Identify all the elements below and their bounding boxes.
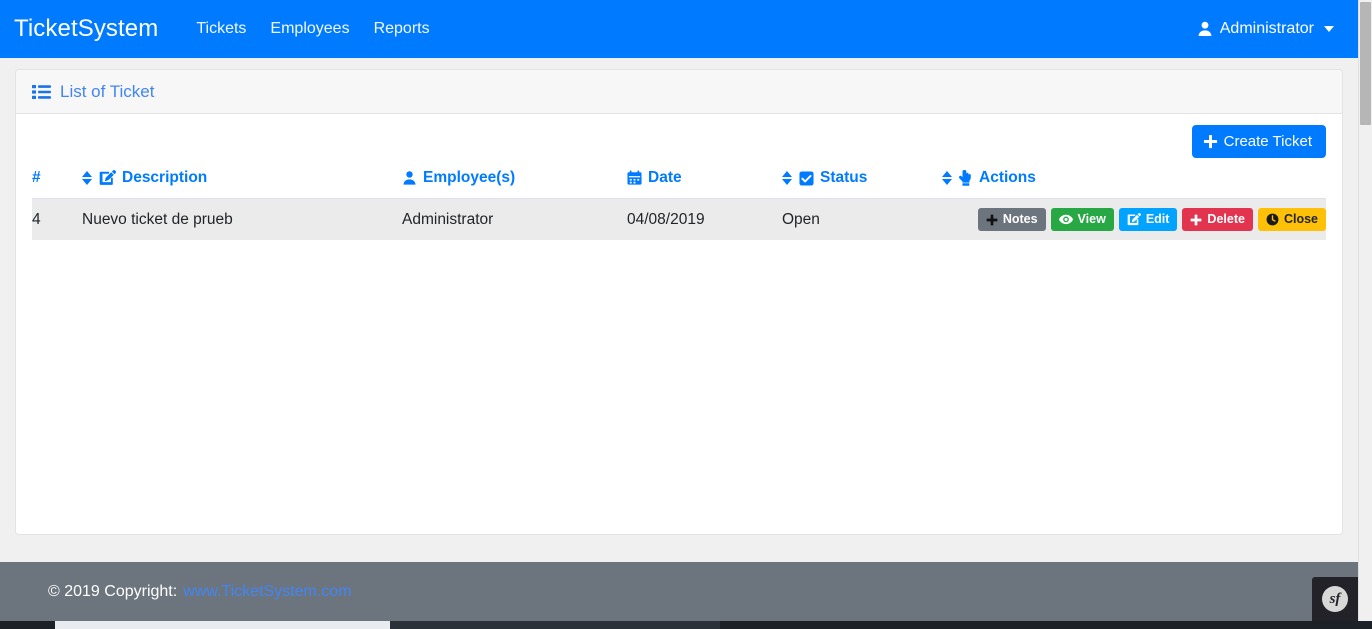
horizontal-scrollbar-track-segment [390, 621, 720, 629]
clock-icon [1266, 213, 1279, 226]
main-content: List of Ticket Create Ticket # Descripti… [0, 58, 1358, 562]
top-navbar: TicketSystem Tickets Employees Reports A… [0, 0, 1358, 58]
nav-link-reports[interactable]: Reports [362, 14, 442, 44]
footer-link[interactable]: www.TicketSystem.com [183, 583, 351, 601]
plus-icon [986, 214, 998, 226]
delete-button[interactable]: Delete [1182, 208, 1253, 231]
edit-button-label: Edit [1145, 212, 1170, 227]
horizontal-scrollbar[interactable] [0, 621, 1372, 629]
primary-nav: Tickets Employees Reports [184, 14, 441, 44]
notes-button[interactable]: Notes [977, 208, 1046, 231]
create-ticket-button[interactable]: Create Ticket [1191, 125, 1326, 158]
card-title-text: List of Ticket [60, 81, 155, 101]
browser-viewport: TicketSystem Tickets Employees Reports A… [0, 0, 1372, 629]
create-ticket-label: Create Ticket [1223, 133, 1312, 150]
sort-icon-actions[interactable] [942, 170, 953, 186]
cell-status: Open [782, 210, 820, 228]
brand-logo[interactable]: TicketSystem [14, 15, 158, 43]
column-header-status-label: Status [820, 169, 868, 186]
table-toolbar: Create Ticket [32, 125, 1326, 158]
delete-button-label: Delete [1207, 212, 1245, 227]
column-header-actions[interactable]: Actions [942, 169, 1326, 199]
cell-date: 04/08/2019 [627, 210, 705, 228]
row-action-buttons: Notes View Edit Delete Close [942, 208, 1326, 231]
eye-icon [1058, 214, 1073, 225]
user-menu-label: Administrator [1219, 20, 1314, 37]
view-button-label: View [1077, 212, 1106, 227]
close-button[interactable]: Close [1257, 208, 1326, 231]
user-icon [402, 170, 417, 186]
column-header-date-label: Date [648, 169, 682, 186]
chevron-down-icon [1324, 26, 1334, 32]
table-head: # Description Employee(s) Date Status Ac… [32, 169, 1326, 199]
sort-icon-status[interactable] [782, 170, 793, 186]
close-button-label: Close [1283, 212, 1318, 227]
edit-icon [99, 170, 116, 186]
edit-icon [1127, 213, 1141, 226]
nav-link-tickets[interactable]: Tickets [184, 14, 258, 44]
page-root: TicketSystem Tickets Employees Reports A… [0, 0, 1358, 621]
cell-employee: Administrator [402, 210, 494, 228]
user-icon [1197, 21, 1213, 37]
cell-index: 4 [32, 210, 41, 228]
view-button[interactable]: View [1050, 208, 1114, 231]
column-header-employees[interactable]: Employee(s) [402, 169, 627, 199]
nav-link-employees[interactable]: Employees [258, 14, 361, 44]
card-body: Create Ticket # Description Employee(s) … [16, 114, 1342, 534]
card-header: List of Ticket [16, 70, 1342, 114]
vertical-scrollbar-thumb[interactable] [1360, 2, 1371, 125]
sort-icon-description[interactable] [82, 170, 93, 186]
plus-icon [1203, 134, 1218, 149]
user-menu[interactable]: Administrator [1189, 14, 1342, 44]
notes-button-label: Notes [1002, 212, 1038, 227]
column-header-date[interactable]: Date [627, 169, 782, 199]
vertical-scrollbar[interactable] [1358, 0, 1372, 621]
card-title: List of Ticket [32, 82, 154, 102]
symfony-debug-toolbar-badge[interactable]: sf [1312, 577, 1358, 621]
table-body: 4 Nuevo ticket de prueb Administrator 04… [32, 198, 1326, 241]
hand-icon [959, 170, 973, 186]
column-header-index-label: # [32, 169, 41, 186]
table-row[interactable]: 4 Nuevo ticket de prueb Administrator 04… [32, 198, 1326, 241]
table-header-row: # Description Employee(s) Date Status Ac… [32, 169, 1326, 199]
symfony-logo-icon: sf [1322, 586, 1348, 612]
edit-button[interactable]: Edit [1118, 208, 1178, 231]
page-footer: © 2019 Copyright: www.TicketSystem.com [0, 562, 1358, 621]
column-header-status[interactable]: Status [782, 169, 942, 199]
plus-icon [1190, 214, 1202, 226]
list-icon [32, 84, 51, 100]
horizontal-scrollbar-thumb[interactable] [55, 621, 390, 629]
cell-actions: Notes View Edit Delete Close [942, 199, 1326, 241]
column-header-employees-label: Employee(s) [423, 169, 516, 186]
column-header-description-label: Description [122, 169, 208, 186]
column-header-actions-label: Actions [979, 169, 1036, 186]
ticket-list-card: List of Ticket Create Ticket # Descripti… [15, 69, 1343, 535]
cell-description: Nuevo ticket de prueb [82, 210, 233, 228]
checkbox-icon [799, 170, 814, 186]
tickets-table: # Description Employee(s) Date Status Ac… [32, 169, 1326, 240]
footer-copyright: © 2019 Copyright: [48, 582, 178, 600]
column-header-description[interactable]: Description [82, 169, 402, 199]
column-header-index: # [32, 169, 82, 199]
calendar-icon [627, 170, 642, 186]
